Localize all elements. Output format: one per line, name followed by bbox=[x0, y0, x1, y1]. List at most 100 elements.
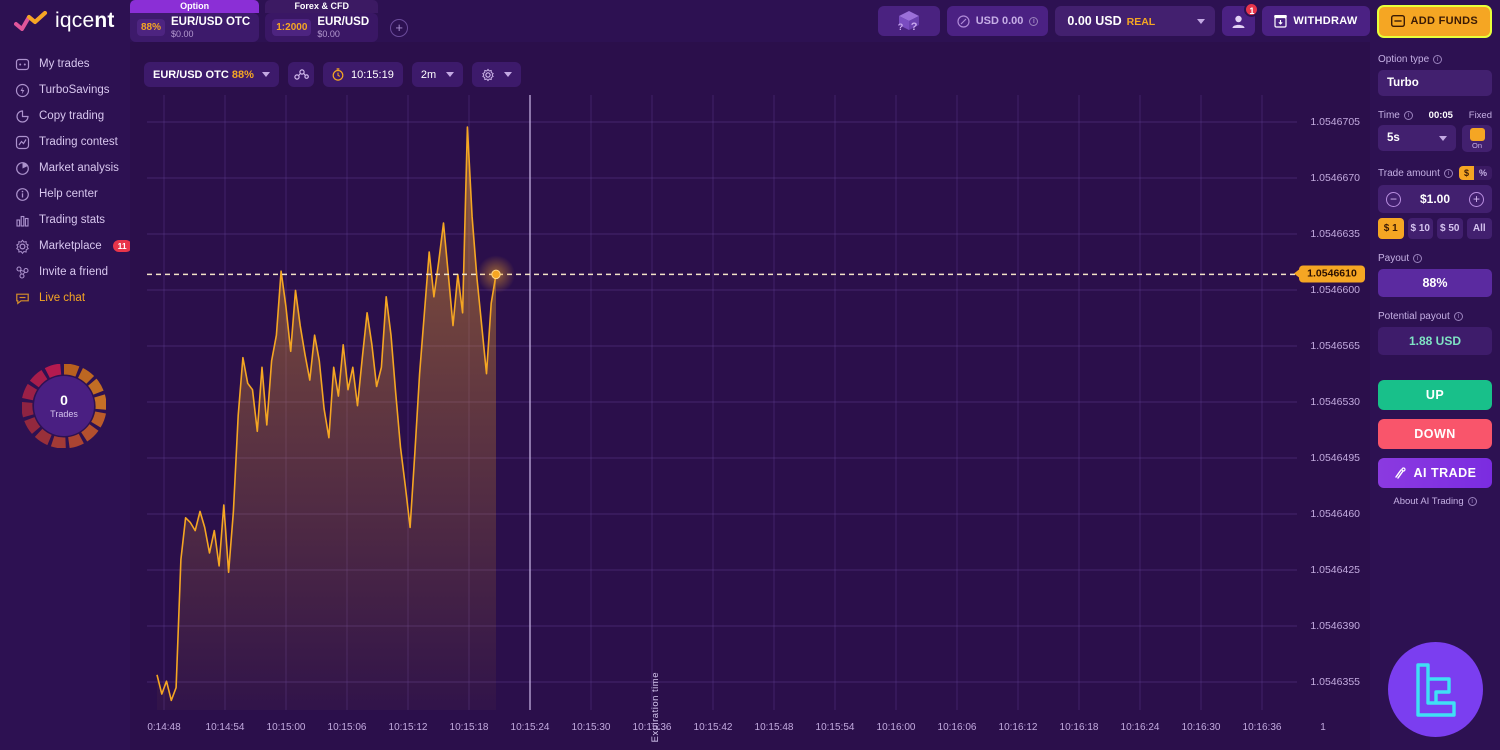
asset-tab-option[interactable]: Option 88% EUR/USD OTC $0.00 bbox=[130, 0, 260, 42]
chart-indicators-button[interactable] bbox=[288, 62, 314, 87]
sidebar-item-help-center[interactable]: Help center bbox=[0, 181, 130, 207]
chart-asset-percent: 88% bbox=[231, 68, 254, 81]
down-button[interactable]: DOWN bbox=[1378, 419, 1492, 449]
time-countdown: 00:05 bbox=[1428, 110, 1453, 121]
sidebar-item-market-analysis[interactable]: Market analysis bbox=[0, 155, 130, 181]
balance-selector[interactable]: 0.00 USD REAL bbox=[1055, 6, 1216, 36]
sidebar-item-marketplace[interactable]: Marketplace 11 bbox=[0, 233, 132, 259]
quick-amount-1[interactable]: $ 1 bbox=[1378, 218, 1404, 239]
trade-amount-stepper[interactable]: − $1.00 + bbox=[1378, 185, 1492, 213]
trading-contest-icon bbox=[15, 135, 30, 149]
fixed-time-toggle[interactable]: On bbox=[1462, 125, 1492, 152]
add-funds-icon bbox=[1390, 15, 1405, 27]
option-type-label: Option type bbox=[1378, 54, 1430, 65]
sidebar-item-label: Market analysis bbox=[39, 162, 119, 174]
info-icon[interactable]: i bbox=[1403, 111, 1413, 120]
chart-clock: 10:15:19 bbox=[323, 62, 403, 87]
gift-box-button[interactable]: ? ? bbox=[877, 6, 940, 36]
up-button[interactable]: UP bbox=[1378, 380, 1492, 410]
sidebar-item-trading-contest[interactable]: Trading contest bbox=[0, 129, 130, 155]
timer-icon bbox=[332, 68, 344, 81]
asset-tab-option-badge: 88% bbox=[137, 19, 166, 36]
sidebar-item-my-trades[interactable]: My trades bbox=[0, 51, 130, 77]
amount-mode-currency[interactable]: $ bbox=[1458, 166, 1474, 180]
asset-tab-forex[interactable]: Forex & CFD 1:2000 EUR/USD $0.00 bbox=[265, 0, 379, 42]
payout-value: 88% bbox=[1378, 269, 1492, 297]
x-axis-tick: 10:16:00 bbox=[876, 722, 916, 733]
current-price-dot bbox=[491, 269, 501, 280]
brand-logo[interactable]: iqcent bbox=[0, 0, 130, 42]
marketplace-badge: 11 bbox=[112, 240, 132, 252]
y-axis-tick: 1.0546705 bbox=[1310, 116, 1360, 128]
x-axis-tick: 10:16:06 bbox=[937, 722, 977, 733]
asset-tab-forex-name: EUR/USD bbox=[317, 15, 370, 28]
quick-amount-all[interactable]: All bbox=[1466, 218, 1492, 239]
x-axis-tick: 10:15:48 bbox=[754, 722, 794, 733]
sidebar-item-label: Live chat bbox=[39, 292, 86, 304]
turbo-savings-icon bbox=[15, 83, 30, 97]
ai-sparkle-icon bbox=[1395, 467, 1407, 479]
info-icon[interactable]: i bbox=[1433, 55, 1443, 64]
y-axis-tick: 1.0546495 bbox=[1310, 452, 1360, 464]
trades-donut-widget: 0 Trades bbox=[21, 363, 107, 449]
brand-watermark-badge bbox=[1388, 642, 1483, 737]
chart-timeframe-selector[interactable]: 2m bbox=[411, 62, 464, 87]
about-ai-trading-link[interactable]: About AI Trading i bbox=[1378, 496, 1492, 507]
asset-tab-option-body[interactable]: 88% EUR/USD OTC $0.00 bbox=[130, 13, 260, 42]
info-icon[interactable]: i bbox=[1467, 497, 1477, 506]
info-icon[interactable]: i bbox=[1453, 312, 1463, 321]
toggle-state: On bbox=[1471, 141, 1482, 150]
chart-settings-button[interactable] bbox=[472, 62, 522, 87]
info-icon[interactable]: i bbox=[1443, 168, 1453, 178]
withdraw-button[interactable]: WITHDRAW bbox=[1262, 6, 1370, 36]
option-type-field[interactable]: Turbo bbox=[1378, 70, 1492, 96]
time-selector[interactable]: 5s bbox=[1378, 125, 1456, 151]
y-axis-tick: 1.0546635 bbox=[1310, 228, 1360, 240]
price-chart-plot[interactable] bbox=[147, 95, 1297, 710]
chart-clock-value: 10:15:19 bbox=[351, 68, 394, 81]
time-value: 5s bbox=[1387, 132, 1400, 144]
sidebar-item-invite-a-friend[interactable]: Invite a friend bbox=[0, 259, 130, 285]
x-axis-tick: 10:15:30 bbox=[571, 722, 611, 733]
demo-balance-button[interactable]: USD 0.00 i bbox=[946, 6, 1049, 36]
sidebar-item-live-chat[interactable]: Live chat bbox=[0, 285, 130, 311]
potential-payout-label: Potential payout bbox=[1378, 311, 1450, 322]
brand-name-bold: nt bbox=[94, 9, 115, 32]
amount-mode-toggle[interactable]: $ % bbox=[1458, 166, 1492, 180]
chevron-down-icon bbox=[504, 72, 513, 77]
y-axis-tick: 1.0546530 bbox=[1310, 396, 1360, 408]
lc-monogram-icon bbox=[1415, 662, 1456, 717]
quick-amount-10[interactable]: $ 10 bbox=[1407, 218, 1433, 239]
profile-button[interactable]: 1 bbox=[1222, 2, 1260, 36]
quick-amount-50[interactable]: $ 50 bbox=[1437, 218, 1463, 239]
asset-tab-forex-body[interactable]: 1:2000 EUR/USD $0.00 bbox=[265, 13, 379, 42]
withdraw-label: WITHDRAW bbox=[1293, 15, 1358, 27]
add-asset-tab-button[interactable]: + bbox=[390, 18, 409, 37]
increase-amount-button[interactable]: + bbox=[1469, 191, 1484, 207]
asset-tab-option-sub: $0.00 bbox=[171, 28, 194, 39]
invite-friend-icon bbox=[16, 265, 29, 279]
asset-tab-forex-head: Forex & CFD bbox=[265, 0, 379, 13]
toggle-knob bbox=[1469, 128, 1485, 141]
decrease-amount-button[interactable]: − bbox=[1386, 191, 1401, 207]
ai-trade-label: AI TRADE bbox=[1413, 466, 1477, 480]
sidebar-item-trading-stats[interactable]: Trading stats bbox=[0, 207, 130, 233]
amount-mode-percent[interactable]: % bbox=[1474, 166, 1492, 180]
add-funds-button[interactable]: ADD FUNDS bbox=[1376, 4, 1492, 38]
sidebar-item-label: Invite a friend bbox=[39, 266, 109, 278]
help-center-icon bbox=[16, 187, 29, 201]
top-bar-right: ? ? USD 0.00 i 0.00 USD REAL 1 WITHDRAW … bbox=[877, 0, 1492, 42]
sidebar-item-label: Trading contest bbox=[39, 136, 118, 148]
payout-label: Payout bbox=[1378, 253, 1410, 264]
balance-amount: 0.00 USD bbox=[1067, 14, 1122, 28]
ai-trade-button[interactable]: AI TRADE bbox=[1378, 458, 1492, 488]
gear-icon bbox=[482, 68, 494, 81]
info-icon[interactable]: i bbox=[1413, 254, 1423, 263]
demo-info-icon[interactable]: i bbox=[1029, 16, 1039, 26]
brand-name-light: iqce bbox=[55, 9, 95, 32]
sidebar-item-label: Trading stats bbox=[39, 214, 106, 226]
chart-asset-selector[interactable]: EUR/USD OTC 88% bbox=[144, 62, 279, 87]
x-axis-tick: 10:15:42 bbox=[693, 722, 733, 733]
sidebar-item-copy-trading[interactable]: Copy trading bbox=[0, 103, 130, 129]
sidebar-item-turbosavings[interactable]: TurboSavings bbox=[0, 77, 130, 103]
